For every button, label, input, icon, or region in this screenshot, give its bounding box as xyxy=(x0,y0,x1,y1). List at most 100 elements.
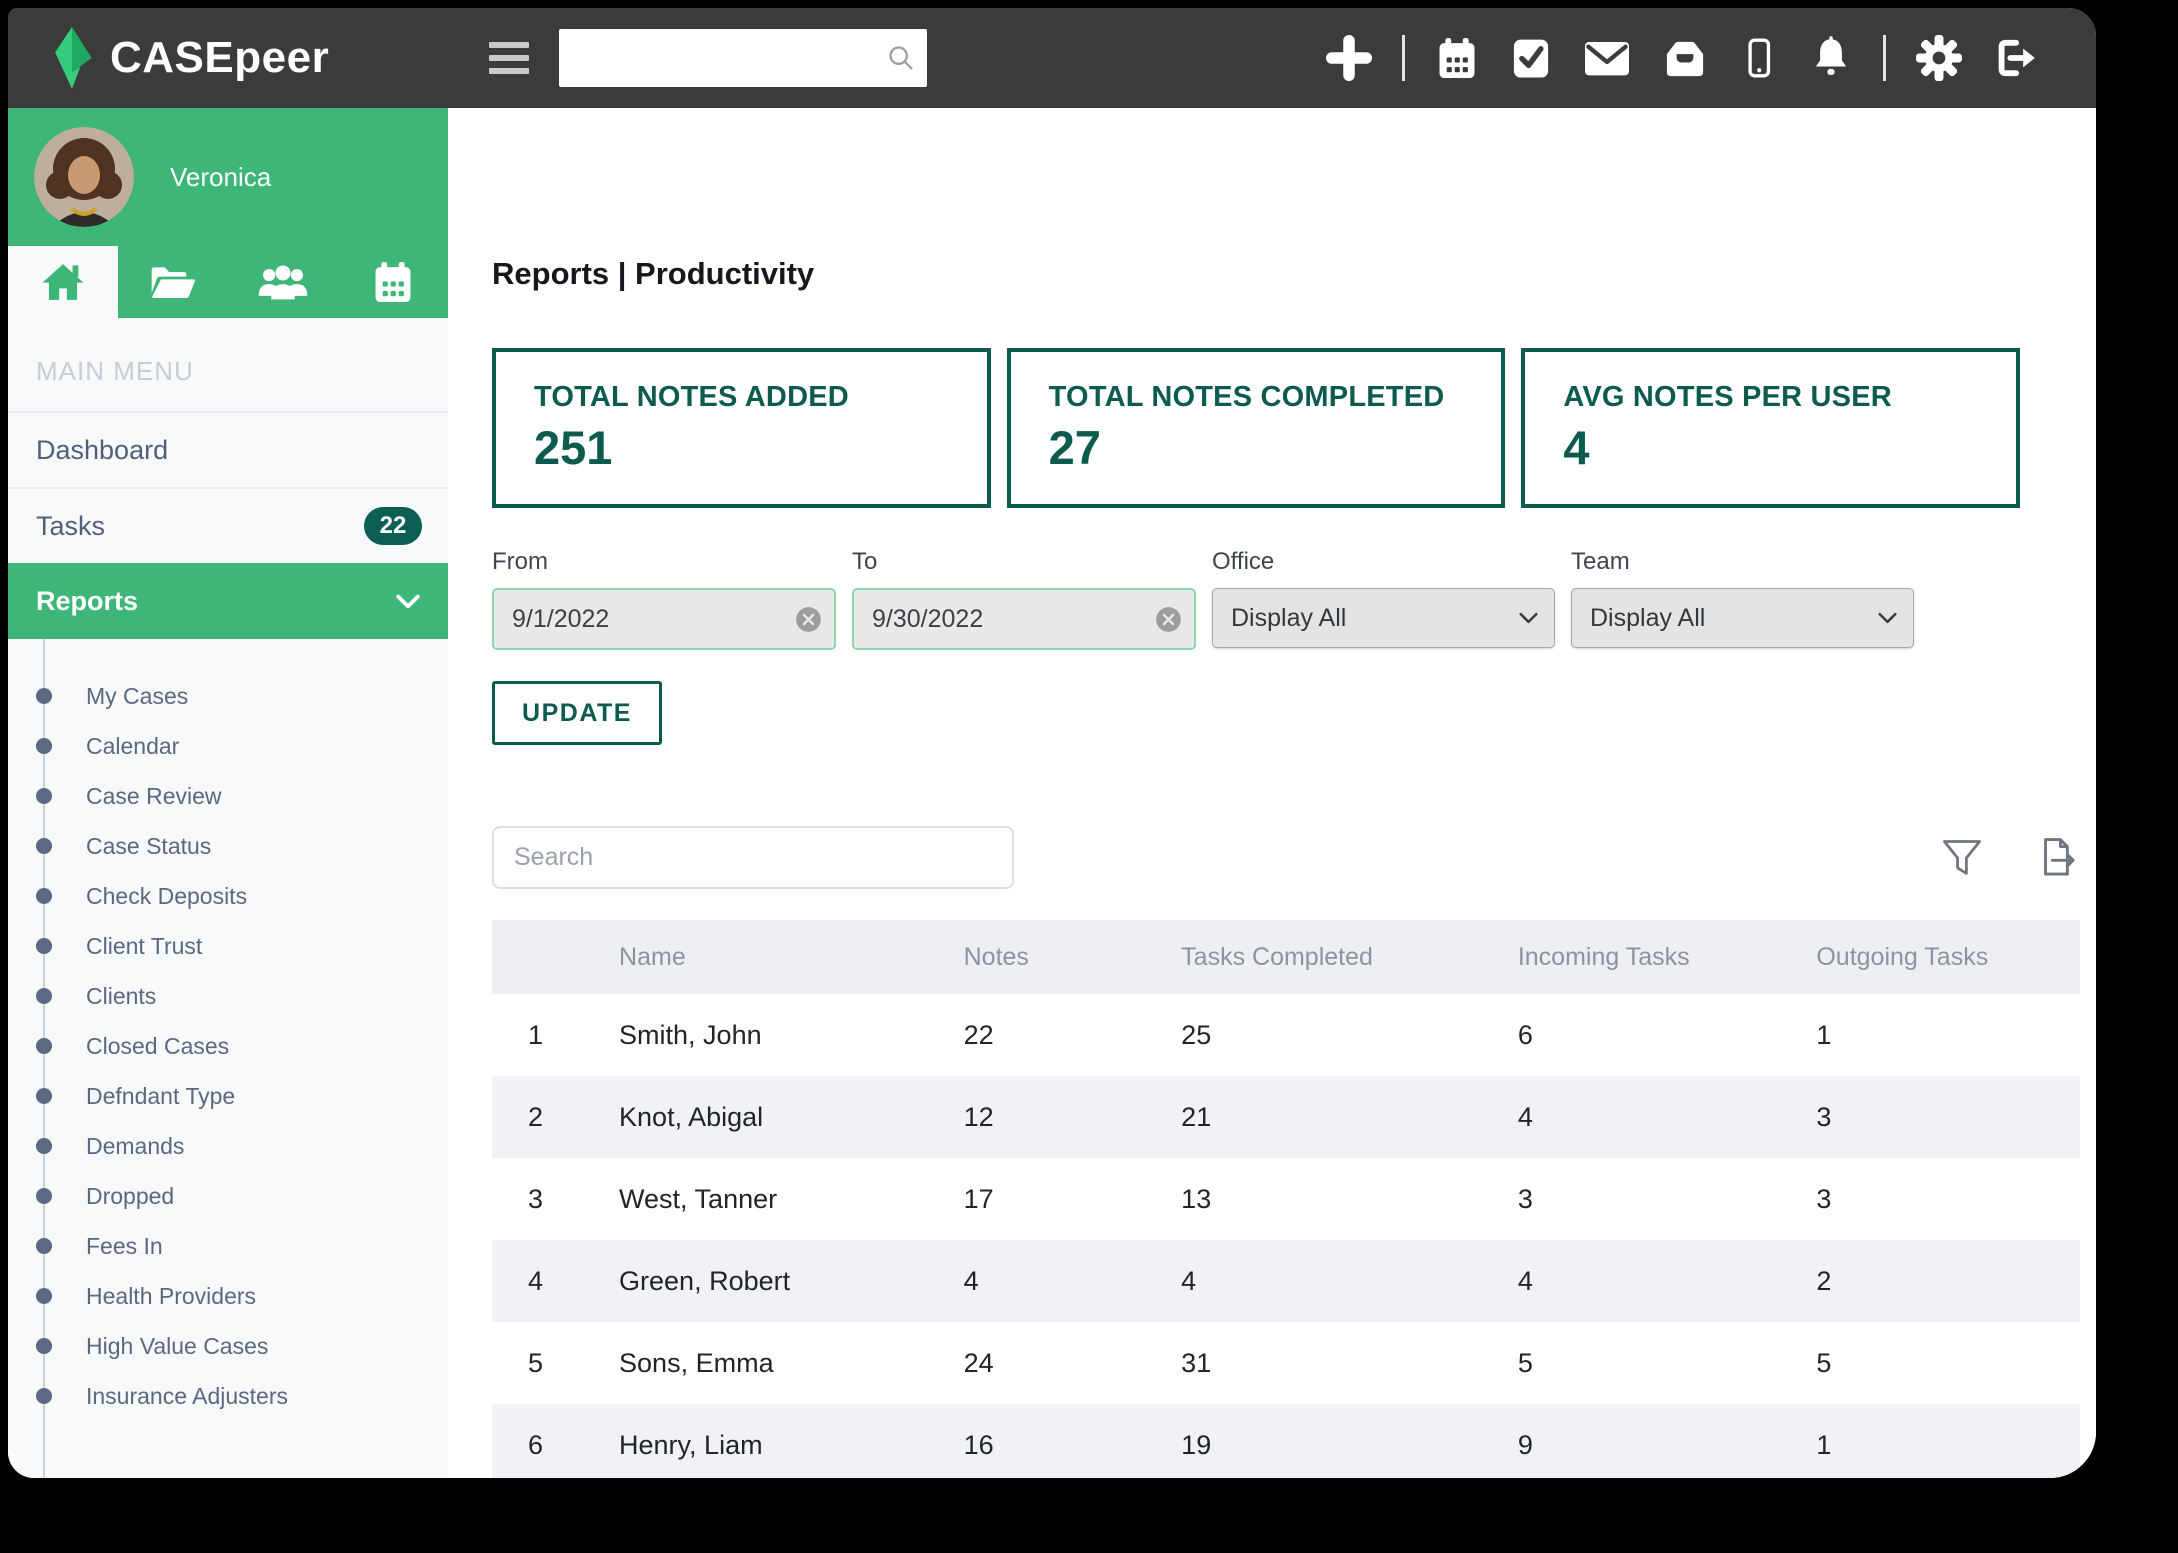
from-date-input[interactable]: 9/1/2022 xyxy=(492,588,836,650)
bullet-icon xyxy=(36,838,52,854)
brand[interactable]: CASEpeer xyxy=(8,27,329,89)
bullet-icon xyxy=(36,988,52,1004)
gear-icon xyxy=(1916,35,1962,81)
clear-to-date-button[interactable] xyxy=(1155,606,1182,633)
report-submenu-item[interactable]: Fees In xyxy=(8,1221,448,1271)
report-submenu-item[interactable]: Closed Cases xyxy=(8,1021,448,1071)
settings-button[interactable] xyxy=(1916,35,1962,81)
table-row[interactable]: 6 Henry, Liam 16 19 9 1 xyxy=(492,1404,2080,1478)
mobile-button[interactable] xyxy=(1739,35,1779,81)
tasks-count-badge: 22 xyxy=(364,507,422,545)
screenshot-frame: { "topbar": { "brand": "CASEpeer", "sear… xyxy=(0,0,2178,1553)
bullet-icon xyxy=(36,788,52,804)
menu-icon[interactable] xyxy=(489,42,529,74)
cases-button[interactable] xyxy=(1661,36,1709,80)
topbar-search[interactable] xyxy=(559,29,927,87)
report-submenu-label: Closed Cases xyxy=(86,1033,229,1060)
cell-name: Green, Robert xyxy=(619,1240,964,1322)
chevron-down-icon xyxy=(1878,612,1897,624)
table-search-input[interactable] xyxy=(492,826,1014,889)
report-submenu-item[interactable]: My Cases xyxy=(8,671,448,721)
check-square-icon xyxy=(1509,36,1553,80)
column-header-outgoing-tasks: Outgoing Tasks xyxy=(1816,920,2080,994)
sidebar-item-dashboard[interactable]: Dashboard xyxy=(8,411,448,487)
sidebar: Veronica xyxy=(8,108,448,1478)
bullet-icon xyxy=(36,1238,52,1254)
to-date-value: 9/30/2022 xyxy=(872,605,983,634)
logout-button[interactable] xyxy=(1992,37,2038,79)
clear-icon xyxy=(1155,606,1182,633)
report-submenu-label: Case Review xyxy=(86,783,222,810)
report-submenu-item[interactable]: Case Review xyxy=(8,771,448,821)
report-submenu-item[interactable]: Clients xyxy=(8,971,448,1021)
cell-incoming-tasks: 5 xyxy=(1518,1322,1817,1404)
sidebar-item-tasks[interactable]: Tasks 22 xyxy=(8,487,448,563)
cell-notes: 17 xyxy=(964,1158,1182,1240)
table-row[interactable]: 3 West, Tanner 17 13 3 3 xyxy=(492,1158,2080,1240)
search-icon xyxy=(887,44,915,72)
table-toolbar xyxy=(492,826,2080,889)
table-row[interactable]: 1 Smith, John 22 25 6 1 xyxy=(492,994,2080,1076)
cell-tasks-completed: 4 xyxy=(1181,1240,1518,1322)
report-submenu-item[interactable]: Check Deposits xyxy=(8,871,448,921)
avatar[interactable] xyxy=(34,127,134,227)
cell-name: Sons, Emma xyxy=(619,1322,964,1404)
table-row[interactable]: 2 Knot, Abigal 12 21 4 3 xyxy=(492,1076,2080,1158)
bullet-icon xyxy=(36,688,52,704)
dashboard-label: Dashboard xyxy=(36,435,168,466)
add-new-button[interactable] xyxy=(1326,35,1372,81)
column-header-rank xyxy=(492,920,619,994)
calendar-button[interactable] xyxy=(1435,36,1479,80)
bullet-icon xyxy=(36,1038,52,1054)
to-date-input[interactable]: 9/30/2022 xyxy=(852,588,1196,650)
report-submenu-label: Insurance Adjusters xyxy=(86,1383,288,1410)
stat-card: AVG NOTES PER USER 4 xyxy=(1521,348,2020,508)
report-submenu-label: Calendar xyxy=(86,733,179,760)
cell-name: Henry, Liam xyxy=(619,1404,964,1478)
export-button[interactable] xyxy=(2034,835,2080,881)
team-select[interactable]: Display All xyxy=(1571,588,1914,648)
table-row[interactable]: 4 Green, Robert 4 4 4 2 xyxy=(492,1240,2080,1322)
home-icon xyxy=(40,261,86,303)
column-header-incoming-tasks: Incoming Tasks xyxy=(1518,920,1817,994)
report-submenu-item[interactable]: Insurance Adjusters xyxy=(8,1371,448,1421)
report-submenu-item[interactable]: High Value Cases xyxy=(8,1321,448,1371)
report-submenu-item[interactable]: Client Trust xyxy=(8,921,448,971)
cell-rank: 3 xyxy=(492,1158,619,1240)
tab-cases[interactable] xyxy=(118,246,228,318)
update-button[interactable]: UPDATE xyxy=(492,681,662,745)
clear-from-date-button[interactable] xyxy=(795,606,822,633)
sidebar-tabs xyxy=(8,246,448,318)
report-submenu-item[interactable]: Health Providers xyxy=(8,1271,448,1321)
report-submenu-label: Health Providers xyxy=(86,1283,256,1310)
cell-incoming-tasks: 3 xyxy=(1518,1158,1817,1240)
report-submenu-item[interactable]: Case Status xyxy=(8,821,448,871)
filter-button[interactable] xyxy=(1940,836,1984,880)
topbar-search-input[interactable] xyxy=(575,44,887,72)
stat-card-label: AVG NOTES PER USER xyxy=(1563,381,2016,414)
envelope-icon xyxy=(1583,38,1631,78)
table-row[interactable]: 5 Sons, Emma 24 31 5 5 xyxy=(492,1322,2080,1404)
report-submenu-item[interactable]: Calendar xyxy=(8,721,448,771)
sidebar-item-reports[interactable]: Reports xyxy=(8,563,448,639)
tab-calendar[interactable] xyxy=(338,246,448,318)
report-submenu-item[interactable]: Dropped xyxy=(8,1171,448,1221)
report-submenu-item[interactable]: Demands xyxy=(8,1121,448,1171)
tab-home[interactable] xyxy=(8,246,118,318)
user-name: Veronica xyxy=(170,162,271,193)
tasks-button[interactable] xyxy=(1509,36,1553,80)
brand-name: CASEpeer xyxy=(110,33,329,83)
report-submenu-item[interactable]: Defndant Type xyxy=(8,1071,448,1121)
cell-notes: 16 xyxy=(964,1404,1182,1478)
notifications-button[interactable] xyxy=(1809,35,1853,81)
report-submenu-label: Defndant Type xyxy=(86,1083,235,1110)
mail-button[interactable] xyxy=(1583,38,1631,78)
reports-label: Reports xyxy=(36,586,138,617)
stat-card: TOTAL NOTES COMPLETED 27 xyxy=(1007,348,1506,508)
office-select[interactable]: Display All xyxy=(1212,588,1555,648)
tab-contacts[interactable] xyxy=(228,246,338,318)
reports-submenu: My Cases Calendar Case Review Case Statu… xyxy=(8,639,448,1478)
column-header-notes: Notes xyxy=(964,920,1182,994)
calendar-icon xyxy=(371,260,415,304)
report-submenu-label: Fees In xyxy=(86,1233,163,1260)
